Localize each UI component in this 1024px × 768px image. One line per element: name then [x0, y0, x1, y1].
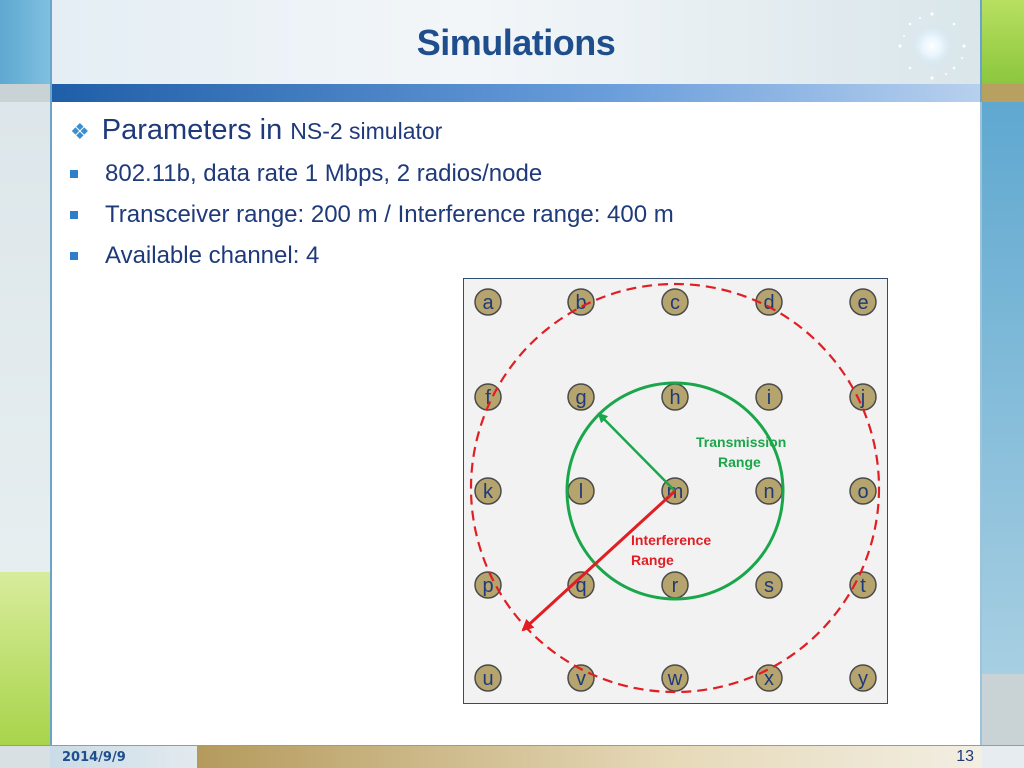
heading-main: Parameters in — [101, 114, 283, 146]
node-label: e — [857, 292, 868, 314]
sparkle-icon — [898, 12, 966, 80]
node-label: s — [764, 575, 774, 597]
node-label: o — [857, 481, 868, 503]
transmission-label-line2: Range — [718, 454, 761, 470]
node-label: r — [672, 575, 679, 597]
right-accent-green — [982, 0, 1024, 84]
bullet-item: 802.11b, data rate 1 Mbps, 2 radios/node — [70, 160, 542, 188]
right-accent-band — [982, 84, 1024, 102]
bullet-item: Transceiver range: 200 m / Interference … — [70, 201, 674, 229]
node-label: v — [576, 668, 586, 690]
node-label: n — [763, 481, 774, 503]
node-label: w — [667, 668, 683, 690]
interference-label-line2: Range — [631, 552, 674, 568]
interference-label-line1: Interference — [631, 532, 711, 548]
node-label: u — [482, 668, 493, 690]
node-label: l — [579, 481, 583, 503]
right-accent-bottom — [982, 746, 1024, 768]
footer-band — [197, 746, 982, 768]
node-label: c — [670, 292, 680, 314]
right-accent-grey — [982, 674, 1024, 746]
node-label: k — [483, 481, 494, 503]
slide-title: Simulations — [416, 22, 616, 63]
diamond-bullet-icon: ❖ — [70, 119, 90, 144]
page-number: 13 — [956, 748, 974, 765]
left-accent-top — [0, 0, 50, 84]
left-accent-band — [0, 84, 50, 102]
left-accent-green — [0, 572, 50, 746]
square-bullet-icon — [70, 252, 78, 260]
node-label: i — [767, 387, 771, 409]
node-label: y — [858, 668, 868, 690]
left-divider — [50, 0, 52, 768]
node-label: d — [763, 292, 774, 314]
node-label: b — [575, 292, 586, 314]
bullet-text: 802.11b, data rate 1 Mbps, 2 radios/node — [105, 160, 543, 187]
left-accent-bottom — [0, 746, 50, 768]
bullet-text: Transceiver range: 200 m / Interference … — [105, 201, 674, 228]
parameters-heading: ❖ Parameters in NS-2 simulator — [70, 114, 442, 147]
left-accent-middle — [0, 102, 50, 572]
transmission-label-line1: Transmission — [696, 434, 786, 450]
node-label: j — [860, 387, 865, 409]
node-label: h — [669, 387, 680, 409]
square-bullet-icon — [70, 170, 78, 178]
node-grid-diagram: abcdefghijklmnopqrstuvwxy Transmission R… — [463, 278, 888, 704]
heading-secondary: NS-2 simulator — [290, 118, 443, 144]
bullet-text: Available channel: 4 — [105, 242, 320, 269]
header-rule — [50, 84, 982, 102]
node-label: a — [482, 292, 494, 314]
square-bullet-icon — [70, 211, 78, 219]
footer-date: 2014/9/9 — [62, 750, 126, 765]
bullet-item: Available channel: 4 — [70, 242, 319, 270]
right-accent-blue — [982, 102, 1024, 674]
node-label: t — [860, 575, 866, 597]
content-edge — [980, 102, 982, 746]
node-label: g — [575, 387, 586, 409]
